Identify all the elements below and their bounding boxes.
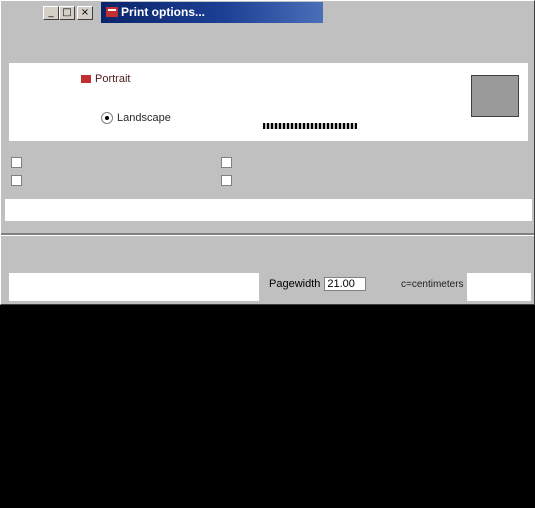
unit-note-line-2: c=centimeters (401, 279, 464, 290)
title-bar-rest (323, 1, 534, 25)
close-button[interactable]: × (77, 6, 93, 20)
footer-panel-left (9, 273, 259, 301)
preview-divider (263, 123, 357, 129)
portrait-option[interactable]: Portrait (81, 73, 130, 85)
window-title: Print options... (101, 2, 323, 23)
portrait-icon (81, 75, 91, 83)
orientation-preview (471, 75, 519, 117)
option-3[interactable] (221, 157, 236, 168)
landscape-radio[interactable] (101, 112, 113, 124)
landscape-option[interactable]: Landscape (101, 112, 171, 124)
page-width-label: Pagewidth (269, 278, 321, 290)
unit-note: c=centimeters (401, 279, 464, 290)
option-4[interactable] (221, 175, 236, 186)
minimize-button[interactable]: _ (43, 6, 59, 20)
options-panel (5, 199, 532, 221)
page-width-input[interactable] (324, 277, 367, 291)
window-controls: _ □ × (1, 1, 101, 25)
separator (1, 233, 534, 236)
page-width-field: Pagewidth (269, 277, 367, 291)
option-2-checkbox[interactable] (11, 175, 22, 186)
landscape-label: Landscape (117, 112, 171, 124)
option-1[interactable] (11, 157, 26, 168)
portrait-label: Portrait (95, 73, 131, 85)
title-bar: _ □ × Print options... (1, 1, 534, 25)
window-title-text: Print options... (121, 5, 205, 19)
option-3-checkbox[interactable] (221, 157, 232, 168)
maximize-button[interactable]: □ (59, 6, 75, 20)
option-1-checkbox[interactable] (11, 157, 22, 168)
footer-panel-right (467, 273, 531, 301)
option-2[interactable] (11, 175, 26, 186)
app-icon (106, 7, 118, 17)
print-options-dialog: _ □ × Print options... Portrait Landscap… (0, 0, 535, 305)
instruction-text (5, 39, 530, 51)
option-4-checkbox[interactable] (221, 175, 232, 186)
